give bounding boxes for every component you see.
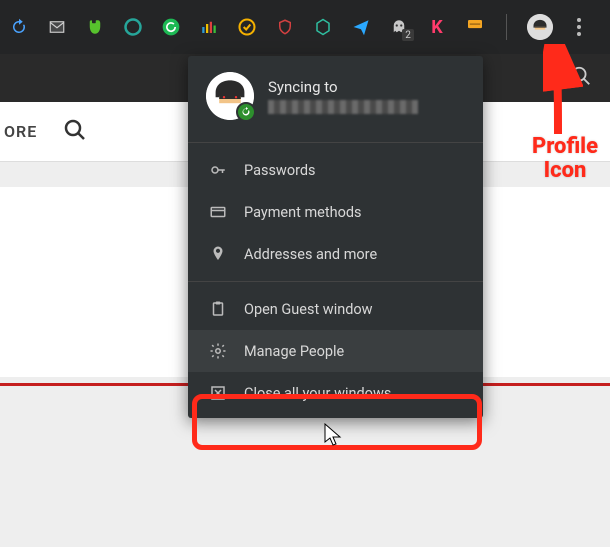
location-icon [208,245,228,263]
check-icon[interactable] [236,16,258,38]
gear-icon [208,342,228,360]
sync-badge-icon [236,102,256,122]
hexagon-icon[interactable] [312,16,334,38]
sync-email-redacted [268,100,418,114]
menu-label: Close all your windows [244,385,391,402]
menu-guest-window[interactable]: Open Guest window [188,288,483,330]
profile-icon[interactable] [527,14,553,40]
badge-count: 2 [402,29,414,41]
kebab-menu-icon[interactable] [569,18,589,36]
bars-icon[interactable] [198,16,220,38]
card-icon [208,203,228,221]
menu-label: Addresses and more [244,246,377,263]
sync-title: Syncing to [268,78,418,96]
shield-icon[interactable] [274,16,296,38]
mail-icon[interactable] [46,16,68,38]
search-icon[interactable] [570,65,592,91]
menu-payment-methods[interactable]: Payment methods [188,191,483,233]
tab-explore[interactable]: ORE [4,122,37,141]
menu-label: Payment methods [244,204,362,221]
menu-addresses[interactable]: Addresses and more [188,233,483,275]
close-window-icon [208,384,228,402]
sync-icon[interactable] [8,16,30,38]
card-icon[interactable] [464,16,486,38]
menu-manage-people[interactable]: Manage People [188,330,483,372]
search-icon[interactable] [63,118,87,146]
dropdown-header[interactable]: Syncing to [188,56,483,136]
dropdown-separator [188,281,483,282]
toolbar-divider [506,14,507,40]
dropdown-separator [188,142,483,143]
menu-close-windows[interactable]: Close all your windows [188,372,483,414]
k-icon[interactable]: K [426,16,448,38]
browser-toolbar: 2 K [0,0,610,54]
menu-label: Manage People [244,343,344,360]
ghost-icon[interactable]: 2 [388,16,410,38]
profile-dropdown: Syncing to Passwords Payment methods Add… [188,56,483,418]
circle-icon[interactable] [122,16,144,38]
clipboard-icon [208,300,228,318]
menu-label: Open Guest window [244,301,373,318]
key-icon [208,161,228,179]
evernote-icon[interactable] [84,16,106,38]
paperplane-icon[interactable] [350,16,372,38]
menu-label: Passwords [244,162,316,179]
grammarly-icon[interactable] [160,16,182,38]
menu-passwords[interactable]: Passwords [188,149,483,191]
